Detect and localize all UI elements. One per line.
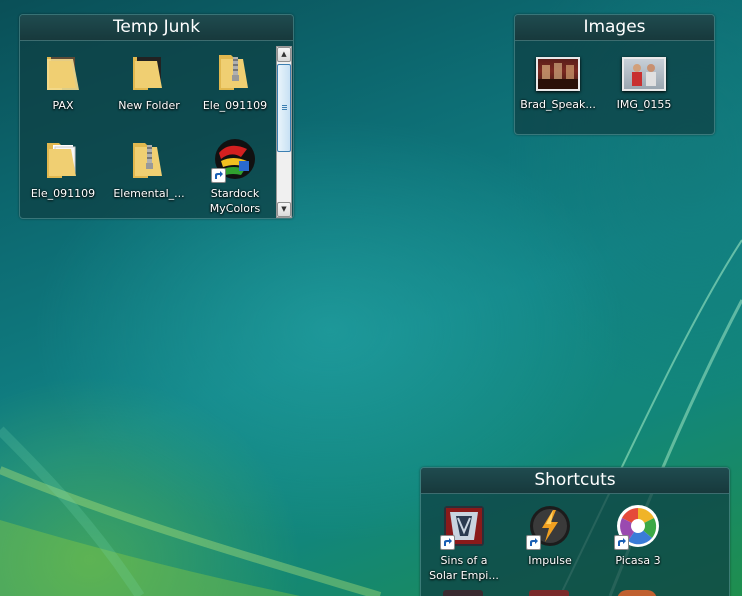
folder-icon <box>39 47 87 95</box>
scroll-down-button[interactable]: ▼ <box>277 202 291 217</box>
fence-scrollbar[interactable]: ▲ ▼ <box>276 46 292 218</box>
scroll-thumb[interactable] <box>277 64 291 152</box>
desktop-item-ele-091109[interactable]: Ele_091109 <box>20 135 106 201</box>
item-label: Ele_091109 <box>30 187 96 200</box>
fence-images[interactable]: Images Brad_Speak... IMG_0155 <box>514 14 715 135</box>
item-label: Elemental_... <box>113 187 185 200</box>
picasa-icon <box>614 502 662 550</box>
fence-title[interactable]: Shortcuts <box>421 468 729 494</box>
desktop-item-brad-speak[interactable]: Brad_Speak... <box>515 49 601 112</box>
desktop-item-pax[interactable]: PAX <box>20 47 106 113</box>
fence-shortcuts[interactable]: Shortcuts Sins of a Solar Empi... Impuls… <box>420 467 730 596</box>
shortcut-arrow-icon <box>526 535 541 550</box>
desktop-item-ele-091109-zip[interactable]: Ele_091109 <box>192 47 278 113</box>
partial-icon-row <box>421 590 731 596</box>
zip-folder-icon <box>211 47 259 95</box>
scroll-up-button[interactable]: ▲ <box>277 47 291 62</box>
zip-folder-icon <box>125 135 173 183</box>
photo-thumbnail-icon <box>622 57 666 91</box>
desktop-item-stardock-mycolors[interactable]: Stardock MyColors <box>192 135 278 216</box>
item-label: New Folder <box>118 99 180 112</box>
item-label: Picasa 3 <box>615 554 661 567</box>
partial-game-icon[interactable] <box>529 590 569 596</box>
fence-temp-junk[interactable]: Temp Junk PAX New Folder Ele_091109 Ele_… <box>19 14 294 219</box>
shortcut-arrow-icon <box>614 535 629 550</box>
desktop-item-img-0155[interactable]: IMG_0155 <box>601 49 687 112</box>
desktop-item-picasa-3[interactable]: Picasa 3 <box>595 502 681 568</box>
fence-title[interactable]: Images <box>515 15 714 41</box>
shortcut-arrow-icon <box>440 535 455 550</box>
item-label: PAX <box>52 99 74 112</box>
sins-game-icon <box>440 502 488 550</box>
folder-icon <box>125 47 173 95</box>
impulse-icon <box>526 502 574 550</box>
desktop-item-sins-of-a-solar-empire[interactable]: Sins of a Solar Empi... <box>421 502 507 583</box>
desktop-item-elemental[interactable]: Elemental_... <box>106 135 192 201</box>
photo-thumbnail-icon <box>536 57 580 91</box>
item-label: IMG_0155 <box>616 98 672 111</box>
mycolors-icon <box>211 135 259 183</box>
folder-icon <box>39 135 87 183</box>
item-label: Stardock MyColors <box>209 187 261 215</box>
fence-title[interactable]: Temp Junk <box>20 15 293 41</box>
item-label: Sins of a Solar Empi... <box>429 554 499 582</box>
desktop-item-new-folder[interactable]: New Folder <box>106 47 192 113</box>
item-label: Ele_091109 <box>202 99 268 112</box>
shortcut-arrow-icon <box>211 168 226 183</box>
item-label: Brad_Speak... <box>520 98 596 111</box>
partial-app-icon[interactable] <box>617 590 657 596</box>
desktop-item-impulse[interactable]: Impulse <box>507 502 593 568</box>
grip-icon <box>282 105 287 106</box>
partial-sins-icon[interactable] <box>443 590 483 596</box>
item-label: Impulse <box>528 554 572 567</box>
